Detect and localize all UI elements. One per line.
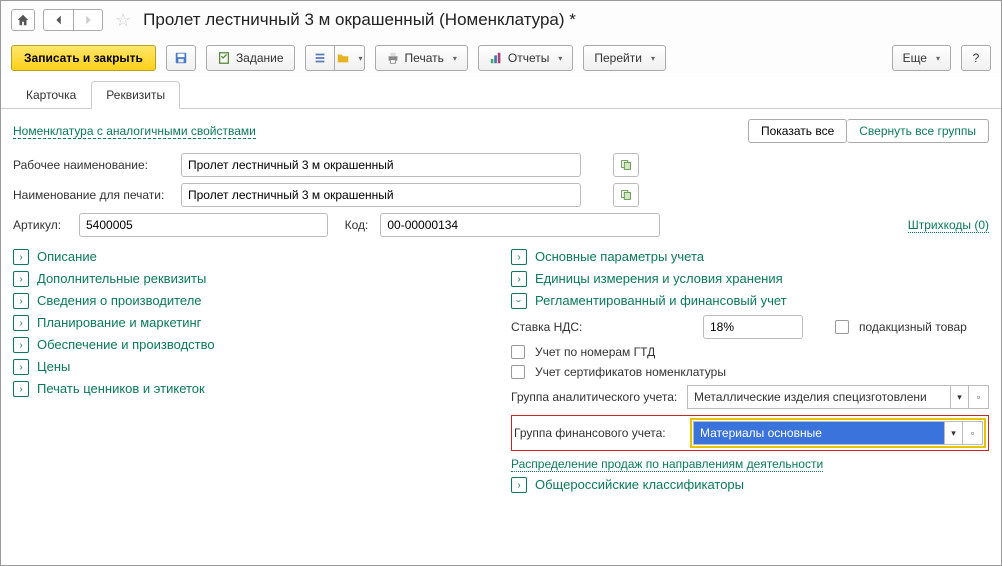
save-close-button[interactable]: Записать и закрыть — [11, 45, 156, 71]
work-name-label: Рабочее наименование: — [13, 158, 175, 172]
collapse-all-button[interactable]: Свернуть все группы — [847, 119, 989, 143]
gtd-label: Учет по номерам ГТД — [535, 345, 655, 359]
page-title: Пролет лестничный 3 м окрашенный (Номенк… — [143, 10, 576, 30]
chevron-right-icon: › — [13, 359, 29, 375]
vat-input[interactable] — [703, 315, 803, 339]
chevron-right-icon: › — [13, 315, 29, 331]
more-button[interactable]: Еще▾ — [892, 45, 951, 71]
similar-items-link[interactable]: Номенклатура с аналогичными свойствами — [13, 124, 256, 139]
back-button[interactable] — [43, 9, 73, 31]
list-icon — [313, 51, 327, 65]
chevron-right-icon: › — [13, 293, 29, 309]
home-button[interactable] — [11, 9, 35, 31]
chevron-down-icon: ▾ — [936, 54, 940, 63]
task-icon — [217, 51, 231, 65]
copy-work-name-button[interactable] — [613, 153, 639, 177]
section-left-1[interactable]: ›Дополнительные реквизиты — [13, 271, 491, 287]
cert-label: Учет сертификатов номенклатуры — [535, 365, 726, 379]
section-classifiers[interactable]: › Общероссийские классификаторы — [511, 477, 989, 493]
chevron-down-icon: ▾ — [651, 54, 655, 63]
chevron-down-icon: ▾ — [359, 54, 363, 63]
forward-button[interactable] — [73, 9, 103, 31]
goto-button[interactable]: Перейти▾ — [583, 45, 666, 71]
gtd-checkbox[interactable] — [511, 345, 525, 359]
work-name-input[interactable] — [181, 153, 581, 177]
analytic-group-label: Группа аналитического учета: — [511, 390, 681, 404]
chevron-down-icon: ▾ — [558, 54, 562, 63]
save-icon — [174, 51, 188, 65]
fin-group-open[interactable]: ▫ — [963, 421, 983, 445]
analytic-group-dropdown[interactable]: ▾ — [951, 385, 969, 409]
chevron-right-icon: › — [13, 249, 29, 265]
tab-details[interactable]: Реквизиты — [91, 81, 180, 109]
fin-group-select[interactable]: Материалы основные — [693, 421, 945, 445]
copy-icon — [619, 158, 633, 172]
section-left-3[interactable]: ›Планирование и маркетинг — [13, 315, 491, 331]
article-input[interactable] — [79, 213, 328, 237]
folder-icon — [336, 51, 350, 65]
analytic-group-open[interactable]: ▫ — [969, 385, 989, 409]
arrow-right-icon — [81, 13, 95, 27]
chevron-right-icon: › — [13, 271, 29, 287]
section-left-4[interactable]: ›Обеспечение и производство — [13, 337, 491, 353]
chevron-right-icon: › — [511, 477, 527, 493]
reports-button[interactable]: Отчеты▾ — [478, 45, 574, 71]
left-sections: ›Описание ›Дополнительные реквизиты ›Сведе… — [13, 243, 491, 499]
section-reglament[interactable]: › Регламентированный и финансовый учет — [511, 293, 989, 309]
code-input[interactable] — [380, 213, 660, 237]
article-label: Артикул: — [13, 218, 73, 232]
save-button[interactable] — [166, 45, 196, 71]
chevron-down-icon: › — [511, 293, 527, 309]
excise-label: подакцизный товар — [859, 320, 967, 334]
copy-print-name-button[interactable] — [613, 183, 639, 207]
code-label: Код: — [334, 218, 374, 232]
fin-group-dropdown[interactable]: ▾ — [945, 421, 963, 445]
print-name-input[interactable] — [181, 183, 581, 207]
chevron-right-icon: › — [13, 337, 29, 353]
analytic-group-select[interactable]: Металлические изделия специзготовлени — [687, 385, 951, 409]
chevron-right-icon: › — [511, 271, 527, 287]
section-main-params[interactable]: › Основные параметры учета — [511, 249, 989, 265]
chevron-right-icon: › — [13, 381, 29, 397]
barcodes-link[interactable]: Штрихкоды (0) — [908, 218, 989, 233]
arrow-left-icon — [52, 13, 66, 27]
excise-checkbox[interactable] — [835, 320, 849, 334]
chevron-down-icon: ▾ — [453, 54, 457, 63]
favorite-star[interactable]: ☆ — [115, 10, 131, 31]
section-left-5[interactable]: ›Цены — [13, 359, 491, 375]
fin-group-label: Группа финансового учета: — [514, 426, 684, 440]
section-left-0[interactable]: ›Описание — [13, 249, 491, 265]
copy-icon — [619, 188, 633, 202]
show-all-button[interactable]: Показать все — [748, 119, 847, 143]
section-left-2[interactable]: ›Сведения о производителе — [13, 293, 491, 309]
list-button[interactable] — [305, 45, 335, 71]
task-button[interactable]: Задание — [206, 45, 295, 71]
section-left-6[interactable]: ›Печать ценников и этикеток — [13, 381, 491, 397]
folder-dropdown-button[interactable]: ▾ — [335, 45, 365, 71]
help-button[interactable]: ? — [961, 45, 991, 71]
section-units[interactable]: › Единицы измерения и условия хранения — [511, 271, 989, 287]
tab-card[interactable]: Карточка — [11, 81, 91, 109]
print-name-label: Наименование для печати: — [13, 188, 175, 202]
chart-icon — [489, 51, 503, 65]
print-icon — [386, 51, 400, 65]
home-icon — [16, 13, 30, 27]
vat-label: Ставка НДС: — [511, 320, 611, 334]
print-button[interactable]: Печать▾ — [375, 45, 468, 71]
sales-distribution-link[interactable]: Распределение продаж по направлениям дея… — [511, 457, 823, 472]
chevron-right-icon: › — [511, 249, 527, 265]
cert-checkbox[interactable] — [511, 365, 525, 379]
